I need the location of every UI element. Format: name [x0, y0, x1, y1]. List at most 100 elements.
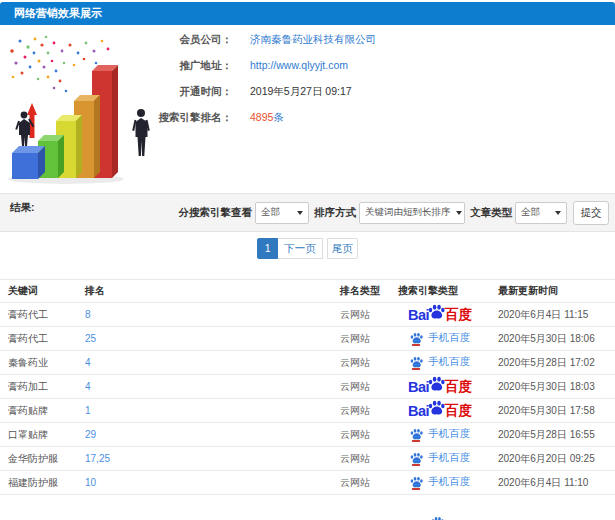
- keyword-cell: 秦鲁药业: [0, 351, 77, 375]
- mobile-baidu-badge: 手机百度: [410, 451, 470, 465]
- table-row: [0, 495, 615, 520]
- keyword-cell: 福建防护服: [0, 471, 77, 495]
- engine-type-cell: Bai百度: [390, 399, 490, 423]
- update-time-cell: 2020年5月30日 17:58: [490, 399, 615, 423]
- ranking-count: 4895条: [250, 111, 284, 123]
- info-value: 2019年5月27日 09:17: [250, 85, 352, 97]
- info-label: 搜索引擎排名：: [0, 104, 232, 130]
- rank-cell[interactable]: 25: [77, 327, 332, 351]
- info-value-link[interactable]: http://www.qlyyjt.com: [250, 59, 348, 71]
- submit-button[interactable]: 提交: [573, 201, 609, 225]
- mobile-baidu-label: 手机百度: [428, 331, 470, 345]
- rank-cell[interactable]: 1: [77, 399, 332, 423]
- table-row: 膏药贴牌1云网站 Bai百度 2020年5月30日 17:58: [0, 399, 615, 423]
- rank-cell[interactable]: 29: [77, 423, 332, 447]
- keyword-cell: [0, 495, 77, 520]
- update-time-cell: 2020年5月28日 16:55: [490, 423, 615, 447]
- info-label: 开通时间：: [0, 78, 232, 104]
- mobile-baidu-badge: 手机百度: [410, 331, 470, 345]
- mobile-baidu-badge: 手机百度: [410, 475, 470, 489]
- mobile-baidu-label: 手机百度: [428, 451, 470, 465]
- results-table: 关键词 排名 排名类型 搜索引擎类型 最新更新时间 膏药代工8云网站Bai百度2…: [0, 279, 615, 520]
- filter-bar: 结果: 分搜索引擎查看 全部 排序方式 关键词由短到长排序 文章类型 全部 提交: [0, 193, 615, 232]
- update-time-cell: 2020年6月4日 11:10: [490, 471, 615, 495]
- info-value-link[interactable]: 济南秦鲁药业科技有限公司: [250, 33, 376, 45]
- keyword-cell: 膏药加工: [0, 375, 77, 399]
- rank-type-cell: 云网站: [332, 351, 390, 375]
- engine-type-cell: 手机百度: [390, 471, 490, 495]
- rank-cell[interactable]: 4: [77, 351, 332, 375]
- baidu-logo-cn: 百度: [445, 306, 472, 324]
- rank-type-cell: 云网站: [332, 423, 390, 447]
- mobile-baidu-label: 手机百度: [428, 427, 470, 441]
- baidu-logo-cn: 百度: [445, 378, 472, 396]
- mobile-baidu-paw-icon: [431, 516, 444, 520]
- article-filter-label: 文章类型: [470, 206, 512, 220]
- rank-type-cell: 云网站: [332, 447, 390, 471]
- table-row: 福建防护服10云网站 手机百度 2020年6月4日 11:10: [0, 471, 615, 495]
- baidu-logo-latin: Bai: [408, 307, 429, 323]
- table-row: 秦鲁药业4云网站 手机百度 2020年5月28日 17:02: [0, 351, 615, 375]
- baidu-logo: Bai百度: [408, 402, 472, 420]
- table-row: 膏药加工4云网站Bai百度2020年5月30日 18:03: [0, 375, 615, 399]
- keyword-cell: 膏药代工: [0, 327, 77, 351]
- update-time-cell: 2020年6月20日 09:25: [490, 447, 615, 471]
- ranking-count-suffix: 条: [273, 111, 284, 123]
- mobile-baidu-paw-icon: [410, 428, 423, 440]
- mobile-baidu-label: 手机百度: [428, 355, 470, 369]
- rank-type-cell: 云网站: [332, 303, 390, 327]
- update-time-cell: [490, 495, 615, 520]
- rank-cell[interactable]: 4: [77, 375, 332, 399]
- engine-type-cell: [390, 495, 490, 520]
- baidu-logo-latin: Bai: [408, 379, 429, 395]
- engine-type-cell: 手机百度: [390, 423, 490, 447]
- pagination: 1下一页尾页: [0, 238, 615, 259]
- rank-cell[interactable]: 8: [77, 303, 332, 327]
- chevron-down-icon: [456, 211, 462, 215]
- next-page-button[interactable]: 下一页: [278, 238, 323, 259]
- update-time-cell: 2020年5月30日 18:03: [490, 375, 615, 399]
- rank-type-cell: [332, 495, 390, 520]
- baidu-paw-icon: [428, 399, 445, 416]
- rank-cell[interactable]: 17,25: [77, 447, 332, 471]
- info-label: 推广地址：: [0, 52, 232, 78]
- results-table-body: 膏药代工8云网站Bai百度2020年6月4日 11:15膏药代工25云网站手机百…: [0, 303, 615, 520]
- last-page-button[interactable]: 尾页: [327, 238, 358, 259]
- rank-cell[interactable]: 10: [77, 471, 332, 495]
- rank-type-cell: 云网站: [332, 471, 390, 495]
- mobile-baidu-paw-icon: [410, 476, 423, 488]
- baidu-paw-icon: [428, 303, 445, 320]
- baidu-paw-icon: [428, 375, 445, 392]
- chevron-down-icon: [555, 211, 561, 215]
- engine-filter-label: 分搜索引擎查看: [179, 206, 253, 220]
- keyword-cell: 口罩贴牌: [0, 423, 77, 447]
- info-section: 会员公司： 济南秦鲁药业科技有限公司推广地址： http://www.qlyyjt.…: [0, 25, 615, 193]
- table-row: 口罩贴牌29云网站 手机百度 2020年5月28日 16:55: [0, 423, 615, 447]
- col-header-keyword: 关键词: [0, 280, 77, 303]
- ranking-count-number: 4895: [250, 111, 273, 123]
- table-row: 膏药代工25云网站手机百度2020年5月30日 18:06: [0, 327, 615, 351]
- info-label: 会员公司：: [0, 26, 232, 52]
- info-row: 开通时间： 2019年5月27日 09:17: [0, 78, 352, 104]
- table-header-row: 关键词 排名 排名类型 搜索引擎类型 最新更新时间: [0, 280, 615, 303]
- col-header-rank-type: 排名类型: [332, 280, 390, 303]
- page-title: 网络营销效果展示: [0, 2, 615, 25]
- engine-type-cell: 手机百度: [390, 447, 490, 471]
- table-row: 膏药代工8云网站Bai百度2020年6月4日 11:15: [0, 303, 615, 327]
- baidu-logo-latin: Bai: [408, 403, 429, 419]
- keyword-cell: 膏药贴牌: [0, 399, 77, 423]
- mobile-baidu-badge: [431, 516, 449, 520]
- baidu-logo: Bai 百度: [408, 306, 472, 324]
- article-type-select[interactable]: 全部: [515, 202, 567, 224]
- mobile-baidu-badge: 手机百度: [410, 355, 470, 369]
- engine-select[interactable]: 全部: [255, 202, 309, 224]
- mobile-baidu-label: 手机百度: [428, 475, 470, 489]
- col-header-rank: 排名: [77, 280, 332, 303]
- update-time-cell: 2020年5月28日 17:02: [490, 351, 615, 375]
- rank-type-cell: 云网站: [332, 399, 390, 423]
- chevron-down-icon: [297, 211, 303, 215]
- page-number-current[interactable]: 1: [257, 238, 278, 259]
- rank-cell[interactable]: [77, 495, 332, 520]
- sort-select[interactable]: 关键词由短到长排序: [359, 202, 465, 224]
- info-row: 会员公司： 济南秦鲁药业科技有限公司: [0, 26, 376, 52]
